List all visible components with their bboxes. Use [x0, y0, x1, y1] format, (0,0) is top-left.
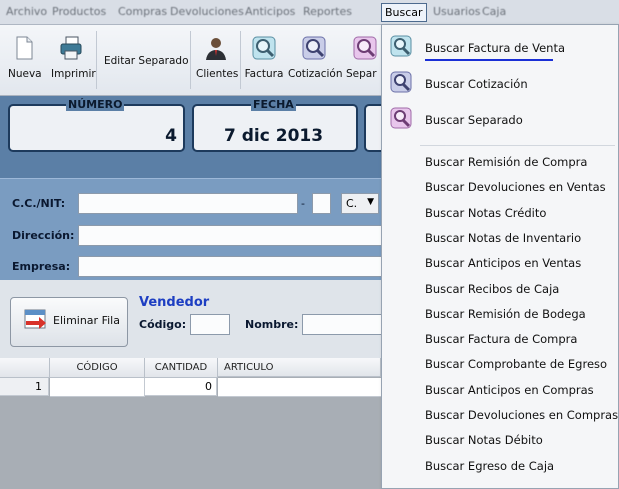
table-cell-article[interactable] [218, 378, 382, 397]
ccnit-dash: - [301, 197, 305, 210]
menu-item-search-purchase-remission[interactable]: Buscar Remisión de Compra [425, 155, 587, 169]
toolbar-divider [190, 31, 191, 89]
delete-row-button[interactable]: Eliminar Fila [10, 297, 128, 347]
menu-item-label: Buscar Cotización [425, 77, 528, 91]
grid-header-quantity[interactable]: CANTIDAD [145, 358, 218, 378]
delete-row-label: Eliminar Fila [53, 314, 120, 327]
menu-item-search-cash-receipts[interactable]: Buscar Recibos de Caja [425, 282, 559, 296]
quote-label: Cotización [288, 68, 343, 80]
menu-item-search-quote[interactable]: Buscar Cotización [382, 67, 618, 101]
menu-separator [420, 145, 615, 146]
seller-code-input[interactable] [190, 314, 230, 335]
seller-title: Vendedor [139, 295, 210, 310]
date-field[interactable]: FECHA 7 dic 2013 [192, 98, 358, 152]
new-button[interactable]: Nueva [8, 35, 42, 80]
table-cell-quantity[interactable]: 0 [145, 378, 217, 396]
toolbar-divider [96, 31, 97, 89]
print-button[interactable]: Imprimir [51, 35, 96, 80]
layaway-label: Separ [346, 68, 377, 80]
edit-layaway-button[interactable]: Editar Separado [104, 55, 189, 67]
ccnit-input[interactable] [78, 193, 298, 214]
grid-header-rownum [0, 358, 50, 378]
menu-anticipos[interactable]: Anticipos [245, 5, 295, 18]
seller-code-label: Código: [139, 318, 187, 331]
edit-layaway-label: Editar Separado [104, 55, 189, 67]
id-type-value: C. [346, 197, 358, 210]
menu-item-search-debit-notes[interactable]: Buscar Notas Débito [425, 433, 543, 447]
menu-item-search-layaway[interactable]: Buscar Separado [382, 103, 618, 137]
selection-underline [425, 59, 553, 61]
id-type-select[interactable]: C. ▼ [341, 193, 379, 214]
menu-item-label: Buscar Separado [425, 113, 523, 127]
search-layaway-icon [353, 36, 377, 60]
number-label: NÚMERO [66, 98, 125, 111]
buscar-dropdown-menu: Buscar Factura de Venta Buscar Cotizació… [381, 24, 619, 489]
toolbar-divider [240, 31, 241, 89]
search-quote-icon [390, 71, 412, 93]
menu-archivo[interactable]: Archivo [6, 5, 47, 18]
menu-usuarios[interactable]: Usuarios [433, 5, 481, 18]
items-grid: CÓDIGO CANTIDAD ARTICULO 1 0 [0, 358, 382, 489]
delete-row-icon [24, 309, 46, 329]
menu-item-search-sales-advances[interactable]: Buscar Anticipos en Ventas [425, 256, 581, 270]
invoice-button[interactable]: Factura [244, 35, 284, 80]
number-value: 4 [165, 126, 177, 146]
ccnit-label: C.C./NIT: [12, 197, 66, 210]
print-label: Imprimir [51, 68, 96, 80]
menu-reportes[interactable]: Reportes [303, 5, 352, 18]
clients-button[interactable]: Clientes [196, 35, 239, 80]
new-label: Nueva [8, 68, 42, 80]
company-input[interactable] [78, 256, 382, 277]
printer-icon [60, 36, 82, 60]
grid-header-code[interactable]: CÓDIGO [50, 358, 145, 378]
invoice-label: Factura [244, 68, 284, 80]
search-layaway-icon [390, 107, 412, 129]
table-row-number: 1 [0, 378, 49, 396]
new-document-icon [16, 36, 33, 60]
menu-item-search-purchase-returns[interactable]: Buscar Devoluciones en Compras [425, 408, 618, 422]
menu-item-search-warehouse-remission[interactable]: Buscar Remisión de Bodega [425, 307, 586, 321]
layaway-button[interactable]: Separ [346, 35, 381, 80]
menu-item-label: Buscar Factura de Venta [425, 41, 566, 55]
ccnit-digit-input[interactable] [312, 193, 331, 214]
date-label: FECHA [251, 98, 296, 111]
menu-bar: Archivo Productos Compras Devoluciones A… [0, 0, 619, 25]
menu-item-search-expense-voucher[interactable]: Buscar Comprobante de Egreso [425, 357, 607, 371]
menu-compras[interactable]: Compras [118, 5, 167, 18]
menu-item-search-purchase-advances[interactable]: Buscar Anticipos en Compras [425, 383, 594, 397]
search-quote-icon [302, 36, 326, 60]
number-field: NÚMERO 4 [8, 98, 185, 152]
search-invoice-icon [252, 36, 276, 60]
quote-button[interactable]: Cotización [288, 35, 343, 80]
grid-header-article[interactable]: ARTICULO [218, 358, 381, 377]
menu-productos[interactable]: Productos [52, 5, 106, 18]
menu-item-search-credit-notes[interactable]: Buscar Notas Crédito [425, 206, 546, 220]
menu-item-search-purchase-invoice[interactable]: Buscar Factura de Compra [425, 332, 577, 346]
clients-label: Clientes [196, 68, 239, 80]
menu-item-search-sales-invoice[interactable]: Buscar Factura de Venta [382, 31, 618, 65]
seller-name-label: Nombre: [245, 318, 299, 331]
company-label: Empresa: [12, 260, 71, 273]
menu-item-search-cash-expense[interactable]: Buscar Egreso de Caja [425, 459, 554, 473]
user-icon [206, 38, 226, 60]
seller-name-input[interactable] [302, 314, 382, 335]
table-cell-code[interactable] [50, 378, 145, 397]
menu-item-search-sales-returns[interactable]: Buscar Devoluciones en Ventas [425, 180, 606, 194]
address-label: Dirección: [12, 229, 75, 242]
menu-buscar[interactable]: Buscar [381, 3, 427, 22]
date-value: 7 dic 2013 [224, 126, 324, 146]
toolbar: Nueva Imprimir Editar Separado Clientes … [0, 25, 381, 96]
menu-caja[interactable]: Caja [482, 5, 506, 18]
chevron-down-icon: ▼ [367, 197, 374, 207]
address-input[interactable] [78, 225, 382, 246]
menu-devoluciones[interactable]: Devoluciones [170, 5, 244, 18]
search-invoice-icon [390, 35, 412, 57]
menu-item-search-inventory-notes[interactable]: Buscar Notas de Inventario [425, 231, 581, 245]
